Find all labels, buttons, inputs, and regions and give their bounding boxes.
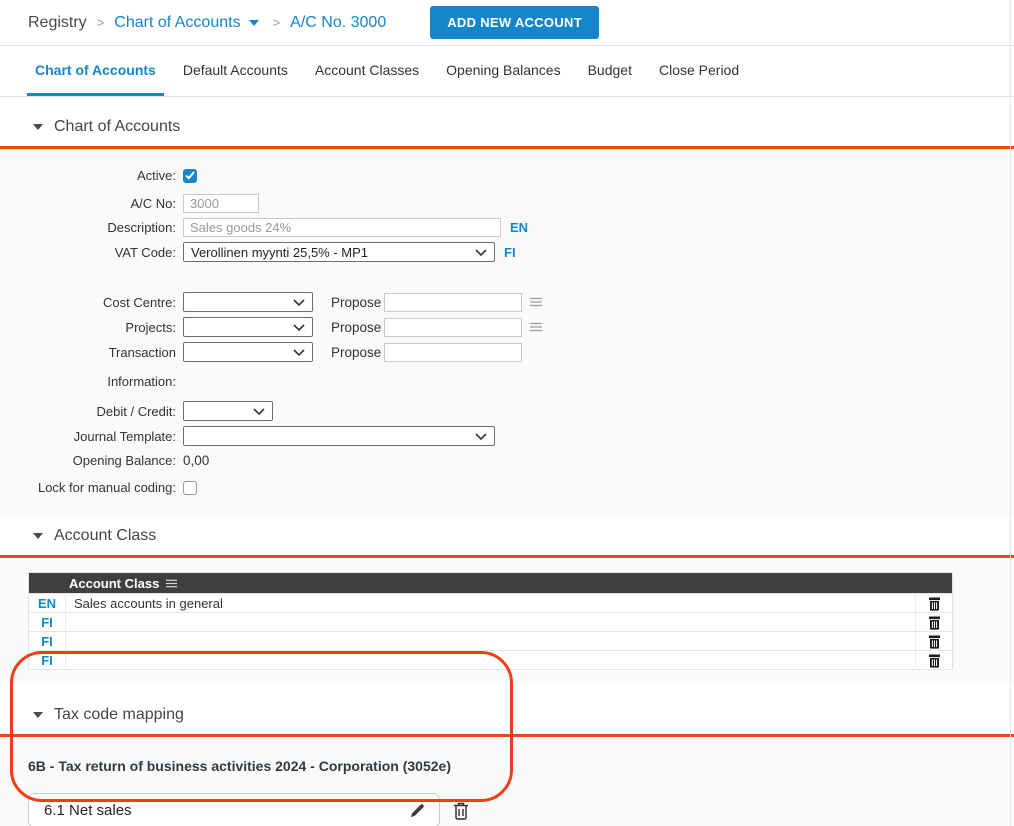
section-title: Account Class [54, 527, 156, 545]
propose-label: Propose [331, 295, 384, 310]
opening-balance-value: 0,00 [183, 453, 209, 468]
row-value[interactable]: Sales accounts in general [66, 594, 916, 613]
account-class-column-header: Account Class [69, 576, 159, 591]
projects-label: Projects: [0, 320, 183, 335]
row-value[interactable] [66, 613, 916, 632]
list-picker-icon[interactable] [530, 322, 542, 332]
description-input[interactable] [183, 218, 501, 237]
tab-close-period[interactable]: Close Period [651, 46, 747, 96]
tab-opening-balances[interactable]: Opening Balances [438, 46, 568, 96]
chevron-down-icon [293, 349, 305, 356]
breadcrumb-account-no[interactable]: A/C No. 3000 [290, 14, 386, 32]
tax-mapping-field[interactable]: 6.1 Net sales [28, 793, 440, 826]
cost-centre-label: Cost Centre: [0, 295, 183, 310]
list-picker-icon[interactable] [530, 297, 542, 307]
debit-credit-label: Debit / Credit: [0, 404, 183, 419]
tab-bar: Chart of Accounts Default Accounts Accou… [0, 46, 1014, 97]
table-header-row: Account Class [29, 573, 953, 594]
breadcrumb-registry[interactable]: Registry [28, 14, 87, 32]
transaction-select[interactable] [183, 342, 313, 362]
table-row: FI [29, 632, 953, 651]
row-lang-link[interactable]: FI [29, 651, 66, 670]
list-icon[interactable] [166, 579, 177, 588]
row-lang-link[interactable]: EN [29, 594, 66, 613]
add-new-account-button[interactable]: ADD NEW ACCOUNT [430, 6, 599, 39]
collapse-triangle-icon [33, 124, 43, 130]
breadcrumb-separator: > [273, 15, 281, 30]
vat-code-select[interactable]: Verollinen myynti 25,5% - MP1 [183, 242, 495, 262]
account-class-body: Account Class EN Sales accounts in gener… [0, 558, 1014, 683]
projects-select[interactable] [183, 317, 313, 337]
delete-row-icon[interactable] [928, 616, 941, 630]
journal-template-select[interactable] [183, 426, 495, 446]
delete-mapping-icon[interactable] [453, 802, 469, 820]
tax-form-title: 6B - Tax return of business activities 2… [28, 758, 1014, 774]
active-label: Active: [0, 168, 183, 183]
projects-propose-input[interactable] [384, 318, 522, 337]
tab-account-classes[interactable]: Account Classes [307, 46, 427, 96]
ac-no-label: A/C No: [0, 196, 183, 211]
row-value[interactable] [66, 651, 916, 670]
chevron-down-icon [293, 299, 305, 306]
delete-row-icon[interactable] [928, 597, 941, 611]
chart-of-accounts-form: Active: A/C No: Description: EN VAT Code… [0, 149, 1014, 517]
collapse-triangle-icon [33, 533, 43, 539]
tax-mapping-value: 6.1 Net sales [44, 802, 132, 819]
account-class-section-header[interactable]: Account Class [0, 517, 1014, 558]
section-title: Tax code mapping [54, 706, 184, 724]
delete-row-icon[interactable] [928, 654, 941, 668]
row-value[interactable] [66, 632, 916, 651]
chevron-down-icon [475, 433, 487, 440]
chevron-down-icon[interactable] [249, 20, 259, 26]
breadcrumb-separator: > [97, 15, 105, 30]
account-class-table: Account Class EN Sales accounts in gener… [28, 572, 953, 670]
edit-pencil-icon[interactable] [409, 802, 426, 819]
lock-manual-coding-label: Lock for manual coding: [0, 480, 183, 495]
check-icon [185, 171, 195, 180]
transaction-propose-input[interactable] [384, 343, 522, 362]
description-label: Description: [0, 220, 183, 235]
tax-code-mapping-body: 6B - Tax return of business activities 2… [0, 737, 1014, 826]
table-row: EN Sales accounts in general [29, 594, 953, 613]
table-row: FI [29, 651, 953, 670]
chart-of-accounts-section-header[interactable]: Chart of Accounts [0, 108, 1014, 149]
vat-code-value: Verollinen myynti 25,5% - MP1 [191, 245, 368, 260]
page-right-edge-line [1010, 0, 1011, 826]
lock-manual-coding-checkbox[interactable] [183, 481, 197, 495]
propose-label: Propose [331, 320, 384, 335]
information-label: Information: [0, 374, 183, 389]
tab-budget[interactable]: Budget [580, 46, 640, 96]
collapse-triangle-icon [33, 712, 43, 718]
cost-centre-propose-input[interactable] [384, 293, 522, 312]
active-checkbox[interactable] [183, 169, 197, 183]
chevron-down-icon [293, 324, 305, 331]
opening-balance-label: Opening Balance: [0, 453, 183, 468]
description-lang-link[interactable]: EN [510, 220, 528, 235]
ac-no-input[interactable] [183, 194, 259, 213]
row-lang-link[interactable]: FI [29, 632, 66, 651]
transaction-label: Transaction [0, 345, 183, 360]
delete-row-icon[interactable] [928, 635, 941, 649]
section-title: Chart of Accounts [54, 118, 180, 136]
tax-code-mapping-section-header[interactable]: Tax code mapping [0, 696, 1014, 737]
chevron-down-icon [253, 408, 265, 415]
breadcrumb-chart-of-accounts[interactable]: Chart of Accounts [114, 14, 240, 32]
journal-template-label: Journal Template: [0, 429, 183, 444]
propose-label: Propose [331, 345, 384, 360]
vat-code-label: VAT Code: [0, 245, 183, 260]
tab-default-accounts[interactable]: Default Accounts [175, 46, 296, 96]
debit-credit-select[interactable] [183, 401, 273, 421]
vat-lang-link[interactable]: FI [504, 245, 516, 260]
tab-chart-of-accounts[interactable]: Chart of Accounts [27, 46, 164, 96]
chevron-down-icon [475, 249, 487, 256]
cost-centre-select[interactable] [183, 292, 313, 312]
row-lang-link[interactable]: FI [29, 613, 66, 632]
table-row: FI [29, 613, 953, 632]
breadcrumb: Registry > Chart of Accounts > A/C No. 3… [0, 0, 1014, 46]
